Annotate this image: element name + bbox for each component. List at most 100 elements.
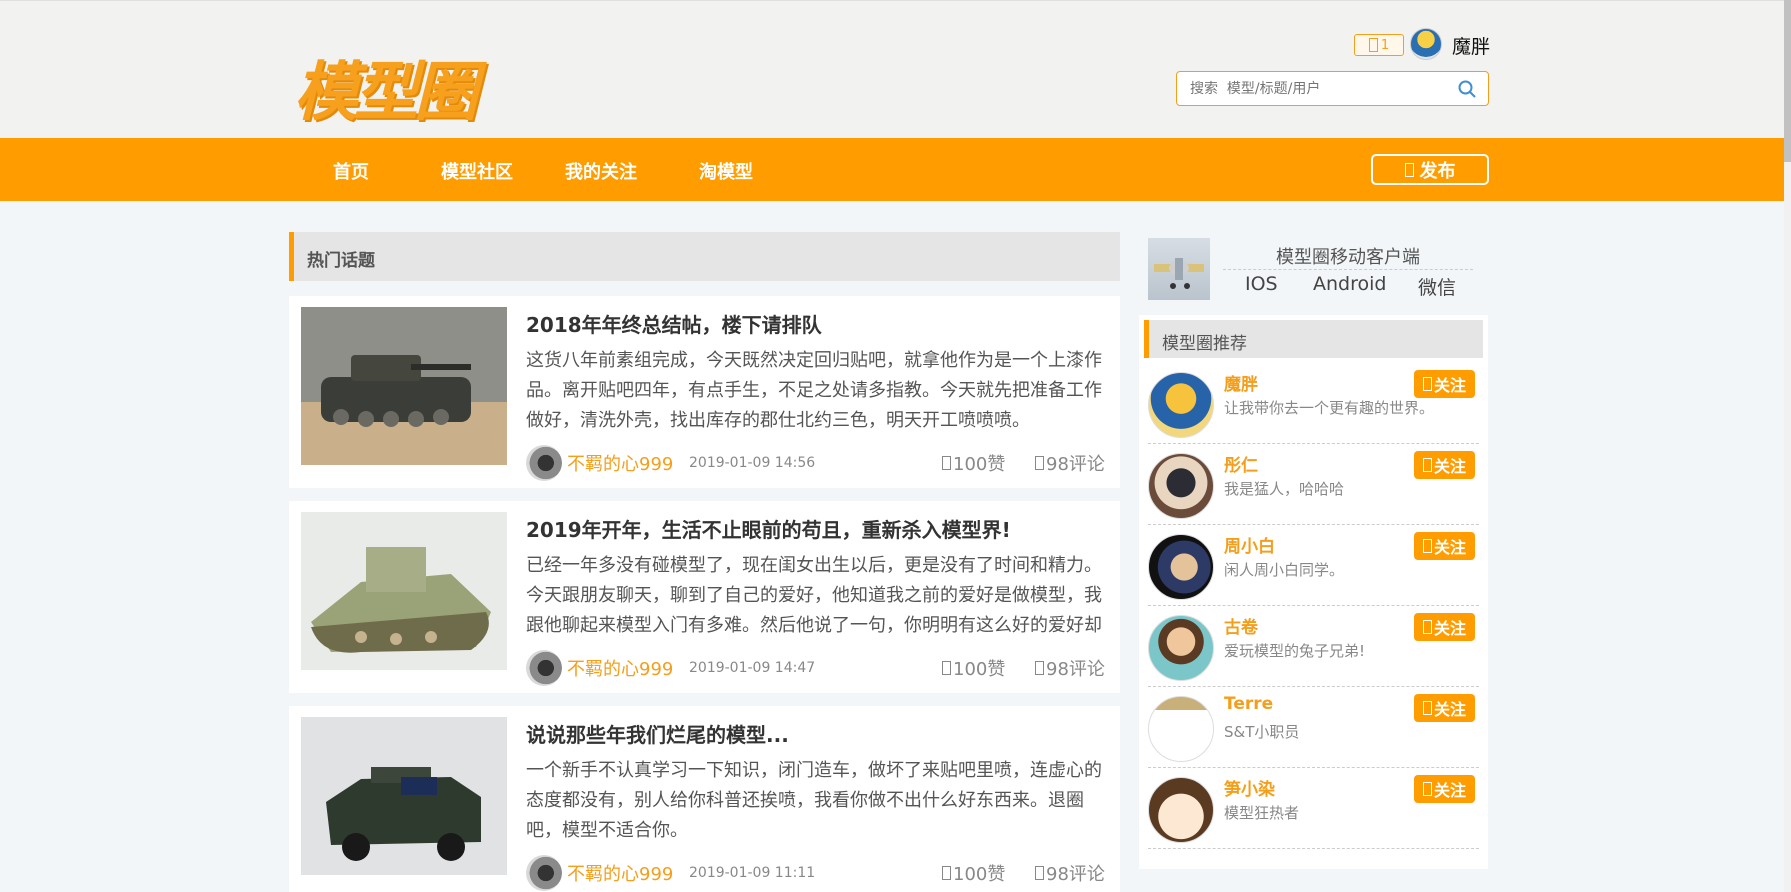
like-count-label: 100赞	[953, 659, 1006, 680]
post-card[interactable]: 2018年年终总结帖，楼下请排队 这货八年前素组完成，今天既然决定回归贴吧，就拿…	[289, 296, 1120, 488]
follow-label: 关注	[1433, 700, 1466, 719]
section-title: 热门话题	[307, 251, 375, 271]
divider	[1223, 269, 1473, 270]
message-icon	[1368, 38, 1378, 52]
search-box	[1176, 71, 1489, 106]
author-avatar[interactable]	[526, 445, 562, 481]
user-name[interactable]: 周小白	[1224, 532, 1275, 557]
nav-shop[interactable]: 淘模型	[699, 158, 753, 184]
post-excerpt: 已经一年多没有碰模型了，现在闺女出生以后，更是没有了时间和精力。今天跟朋友聊天，…	[526, 555, 1102, 636]
nav-following[interactable]: 我的关注	[565, 158, 637, 184]
follow-label: 关注	[1433, 376, 1466, 395]
scrollbar-thumb[interactable]	[1784, 0, 1791, 162]
post-excerpt: 这货八年前素组完成，今天既然决定回归贴吧，就拿他作为是一个上漆作品。离开贴吧四年…	[526, 350, 1102, 431]
follow-button[interactable]: 关注	[1414, 451, 1475, 479]
main-nav: 首页 模型社区 我的关注 淘模型 发布	[0, 138, 1784, 201]
publish-button[interactable]: 发布	[1371, 154, 1489, 185]
publish-icon	[1404, 162, 1414, 177]
avatar[interactable]	[1148, 534, 1214, 600]
follow-button[interactable]: 关注	[1414, 775, 1475, 803]
comment-icon	[1035, 866, 1044, 880]
app-thumbnail	[1148, 238, 1210, 300]
list-item: 魔胖 让我带你去一个更有趣的世界。 关注	[1148, 365, 1479, 444]
post-title[interactable]: 2018年年终总结帖，楼下请排队	[526, 309, 822, 338]
author-avatar[interactable]	[526, 855, 562, 891]
user-desc: 我是猛人，哈哈哈	[1224, 480, 1345, 498]
app-title: 模型圈移动客户端	[1276, 247, 1420, 268]
user-desc: 爱玩模型的兔子兄弟!	[1224, 642, 1366, 660]
user-desc: 模型狂热者	[1224, 804, 1300, 822]
post-excerpt: 一个新手不认真学习一下知识，闭门造车，做坏了来贴吧里喷，连虚心的态度都没有，别人…	[526, 760, 1102, 841]
like-count[interactable]: 100赞	[942, 860, 1005, 886]
follow-button[interactable]: 关注	[1414, 613, 1475, 641]
nav-community[interactable]: 模型社区	[441, 158, 513, 184]
comment-count[interactable]: 98评论	[1035, 450, 1105, 476]
post-time: 2019-01-09 14:56	[689, 455, 816, 471]
post-title[interactable]: 说说那些年我们烂尾的模型...	[526, 719, 789, 748]
recommendations-title: 模型圈推荐	[1162, 334, 1247, 354]
comment-count[interactable]: 98评论	[1035, 860, 1105, 886]
follow-button[interactable]: 关注	[1414, 532, 1475, 560]
user-desc: S&T小职员	[1224, 723, 1300, 741]
author-name[interactable]: 不羁的心999	[567, 655, 673, 681]
follow-label: 关注	[1433, 781, 1466, 800]
nav-home[interactable]: 首页	[333, 158, 369, 184]
like-count[interactable]: 100赞	[942, 655, 1005, 681]
follow-icon	[1422, 377, 1432, 391]
wechat-link[interactable]: 微信	[1418, 273, 1456, 300]
comment-count-label: 98评论	[1046, 454, 1105, 475]
follow-label: 关注	[1433, 619, 1466, 638]
user-name[interactable]: 彤仁	[1224, 451, 1258, 476]
message-count: 1	[1380, 37, 1390, 53]
follow-label: 关注	[1433, 457, 1466, 476]
avatar[interactable]	[1148, 615, 1214, 681]
search-icon[interactable]	[1458, 80, 1476, 98]
message-badge[interactable]: 1	[1354, 34, 1404, 56]
like-count[interactable]: 100赞	[942, 450, 1005, 476]
avatar[interactable]	[1148, 777, 1214, 843]
author-name[interactable]: 不羁的心999	[567, 860, 673, 886]
like-count-label: 100赞	[953, 864, 1006, 885]
mobile-app-box: 模型圈移动客户端 IOS Android 微信	[1148, 238, 1490, 300]
hot-topics-header: 热门话题	[289, 232, 1120, 281]
avatar[interactable]	[1148, 453, 1214, 519]
follow-button[interactable]: 关注	[1414, 370, 1475, 398]
post-card[interactable]: 说说那些年我们烂尾的模型... 一个新手不认真学习一下知识，闭门造车，做坏了来贴…	[289, 706, 1120, 892]
post-thumbnail[interactable]	[301, 717, 507, 875]
list-item: 彤仁 我是猛人，哈哈哈 关注	[1148, 446, 1479, 525]
post-time: 2019-01-09 11:11	[689, 865, 816, 881]
ios-link[interactable]: IOS	[1245, 273, 1278, 295]
recommendations-panel: 模型圈推荐 魔胖 让我带你去一个更有趣的世界。 关注 彤仁 我是猛人，哈哈哈 关…	[1139, 315, 1488, 869]
post-thumbnail[interactable]	[301, 307, 507, 465]
user-name[interactable]: Terre	[1224, 694, 1273, 714]
user-name[interactable]: 魔胖	[1224, 370, 1258, 395]
comment-count[interactable]: 98评论	[1035, 655, 1105, 681]
user-desc: 闲人周小白同学。	[1224, 561, 1345, 579]
follow-button[interactable]: 关注	[1414, 694, 1475, 722]
user-name[interactable]: 笋小染	[1224, 775, 1275, 800]
search-input[interactable]	[1177, 72, 1437, 105]
list-item: 笋小染 模型狂热者 关注	[1148, 770, 1479, 849]
post-title[interactable]: 2019年开年，生活不止眼前的苟且，重新杀入模型界!	[526, 514, 1011, 543]
avatar[interactable]	[1148, 372, 1214, 438]
follow-icon	[1422, 701, 1432, 715]
avatar[interactable]	[1148, 696, 1214, 762]
like-icon	[942, 456, 951, 470]
post-time: 2019-01-09 14:47	[689, 660, 816, 676]
like-icon	[942, 866, 951, 880]
publish-label: 发布	[1419, 160, 1456, 182]
post-thumbnail[interactable]	[301, 512, 507, 670]
android-link[interactable]: Android	[1313, 273, 1386, 295]
site-header: 模型圈 1 魔胖	[0, 0, 1791, 138]
post-card[interactable]: 2019年开年，生活不止眼前的苟且，重新杀入模型界! 已经一年多没有碰模型了，现…	[289, 501, 1120, 693]
author-avatar[interactable]	[526, 650, 562, 686]
user-avatar[interactable]	[1410, 28, 1442, 60]
like-count-label: 100赞	[953, 454, 1006, 475]
list-item: 周小白 闲人周小白同学。 关注	[1148, 527, 1479, 606]
author-name[interactable]: 不羁的心999	[567, 450, 673, 476]
username[interactable]: 魔胖	[1452, 32, 1490, 59]
site-logo[interactable]: 模型圈	[294, 41, 478, 133]
user-name[interactable]: 古卷	[1224, 613, 1258, 638]
follow-icon	[1422, 539, 1432, 553]
user-desc: 让我带你去一个更有趣的世界。	[1224, 399, 1435, 417]
